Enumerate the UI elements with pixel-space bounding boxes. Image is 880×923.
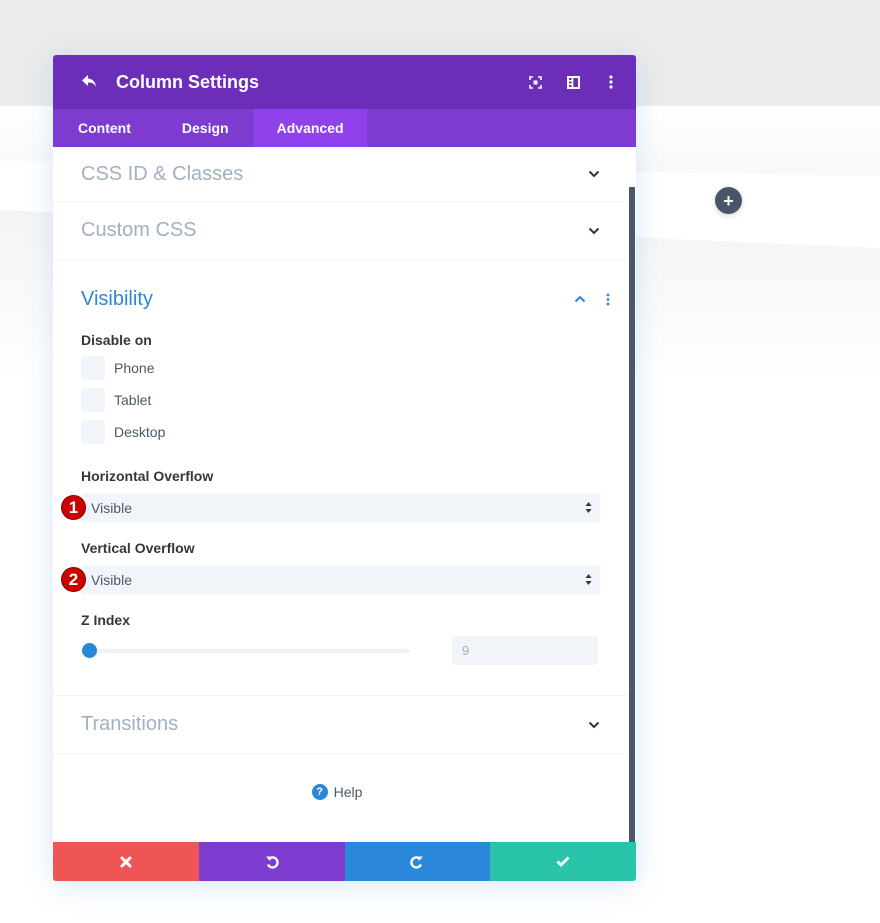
plus-icon: + (723, 190, 734, 211)
toggle-transitions[interactable]: Transitions (53, 696, 629, 754)
annotation-badge: 2 (61, 567, 86, 592)
chevron-down-icon (587, 718, 601, 732)
tablet-checkbox[interactable] (81, 388, 105, 412)
checkbox-label: Desktop (114, 424, 166, 440)
help-label: Help (333, 784, 363, 800)
phone-checkbox[interactable] (81, 356, 105, 380)
check-icon (556, 856, 570, 867)
desktop-checkbox[interactable] (81, 420, 105, 444)
vertical-overflow-label: Vertical Overflow (81, 540, 195, 556)
z-index-label: Z Index (81, 612, 131, 628)
disable-phone-option[interactable]: Phone (81, 352, 601, 384)
select-arrows-icon (585, 574, 592, 585)
select-value: Visible (91, 571, 132, 588)
redo-icon (410, 855, 424, 869)
save-button[interactable] (490, 842, 636, 881)
settings-content: CSS ID & Classes Custom CSS Visibility D (53, 147, 629, 842)
toggle-css-id-classes[interactable]: CSS ID & Classes (53, 147, 629, 202)
z-index-slider[interactable] (82, 642, 410, 658)
chevron-down-icon (587, 224, 601, 238)
select-value: Visible (91, 499, 132, 516)
z-index-input[interactable]: 9 (452, 636, 598, 665)
horizontal-overflow-label: Horizontal Overflow (81, 468, 214, 484)
more-options-icon[interactable] (592, 55, 630, 109)
undo-button[interactable] (198, 842, 345, 881)
undo-icon (265, 855, 279, 869)
disable-tablet-option[interactable]: Tablet (81, 384, 601, 416)
help-link[interactable]: ? Help (53, 754, 629, 830)
scrollbar[interactable] (629, 187, 635, 842)
fullscreen-icon[interactable] (516, 55, 554, 109)
toggle-visibility[interactable]: Visibility (81, 260, 610, 338)
toggle-title: Transitions (81, 713, 179, 735)
horizontal-overflow-select[interactable]: 1 Visible (61, 493, 600, 522)
z-index-control: 9 (81, 636, 601, 665)
tab-advanced[interactable]: Advanced (253, 109, 367, 147)
help-icon: ? (311, 784, 328, 800)
split-view-icon[interactable] (554, 55, 592, 109)
select-arrows-icon (585, 502, 592, 513)
disable-desktop-option[interactable]: Desktop (81, 416, 601, 448)
annotation-badge: 1 (61, 495, 86, 520)
settings-tabs: Content Design Advanced (53, 109, 636, 147)
section-options-icon[interactable] (601, 292, 615, 306)
visibility-section: Visibility Disable on Phone Tablet Deskt… (53, 260, 629, 696)
add-row-button[interactable]: + (715, 187, 742, 214)
slider-handle[interactable] (82, 642, 97, 658)
toggle-title: Custom CSS (81, 219, 197, 241)
checkbox-label: Tablet (114, 392, 152, 408)
toggle-custom-css[interactable]: Custom CSS (53, 202, 629, 260)
column-settings-modal: Column Settings Content Design Advanced … (53, 55, 636, 881)
toggle-title: Visibility (81, 287, 153, 310)
close-icon (120, 856, 132, 867)
chevron-down-icon (587, 167, 601, 181)
tab-content[interactable]: Content (53, 109, 157, 147)
back-icon[interactable] (81, 72, 101, 92)
toggle-title: CSS ID & Classes (81, 162, 244, 185)
cancel-button[interactable] (53, 842, 199, 881)
tab-design[interactable]: Design (157, 109, 254, 147)
checkbox-label: Phone (114, 360, 155, 376)
modal-footer (53, 842, 636, 881)
vertical-overflow-select[interactable]: 2 Visible (61, 565, 600, 594)
modal-title: Column Settings (116, 71, 259, 92)
chevron-up-icon[interactable] (573, 292, 587, 306)
redo-button[interactable] (344, 842, 491, 881)
disable-on-label: Disable on (81, 332, 152, 348)
modal-header: Column Settings (53, 55, 636, 109)
